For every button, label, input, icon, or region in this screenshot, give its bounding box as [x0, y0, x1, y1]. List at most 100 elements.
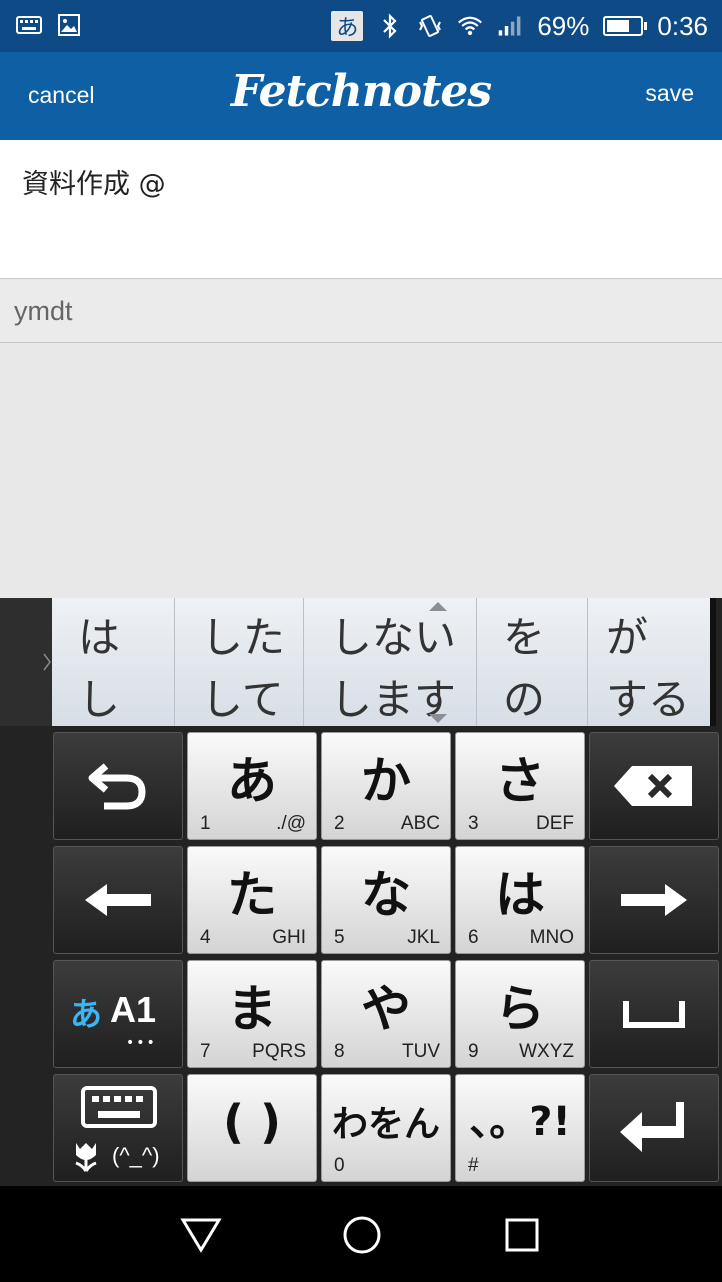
- key-number: 7: [200, 1041, 211, 1062]
- battery-icon: [603, 16, 648, 36]
- status-bar: あ 69% 0:36: [0, 0, 722, 52]
- tulip-icon: [75, 1143, 97, 1172]
- vibrate-icon: [417, 13, 443, 39]
- key-parentheses[interactable]: ( ): [187, 1074, 317, 1182]
- key-alpha: MNO: [529, 927, 574, 948]
- backspace-icon: [614, 766, 692, 806]
- wifi-icon: [457, 13, 483, 39]
- candidate-edge: [710, 598, 716, 726]
- candidate-column[interactable]: は し: [52, 598, 175, 726]
- candidate-word[interactable]: の: [503, 666, 545, 727]
- candidate-column[interactable]: が する: [588, 598, 714, 726]
- candidate-bar: は し した して しない します を の が する: [52, 598, 716, 726]
- key-kana: ら: [495, 980, 545, 1038]
- key-kana: か: [361, 752, 411, 810]
- key-alpha: ./@: [276, 813, 306, 834]
- cursor-right-key[interactable]: [589, 846, 719, 954]
- key-number: 5: [334, 927, 345, 948]
- candidate-column[interactable]: を の: [477, 598, 588, 726]
- key-number: 8: [334, 1041, 345, 1062]
- enter-icon: [620, 1102, 684, 1152]
- app-logo: Fetchnotes: [230, 66, 492, 117]
- key-alpha: GHI: [272, 927, 306, 948]
- key-kana: ( ): [222, 1095, 282, 1149]
- key-a[interactable]: あ 1 ./@: [187, 732, 317, 840]
- key-alpha: TUV: [402, 1041, 440, 1062]
- save-button[interactable]: save: [645, 80, 694, 107]
- enter-key[interactable]: [589, 1074, 719, 1182]
- candidate-column[interactable]: した して: [175, 598, 304, 726]
- keyboard-icon: [81, 1086, 157, 1128]
- key-kana: 、。?!: [469, 1099, 571, 1145]
- key-kana: あ: [227, 752, 277, 810]
- space-icon: [623, 1001, 685, 1028]
- key-alpha: WXYZ: [519, 1041, 574, 1062]
- key-wa[interactable]: わをん 0: [321, 1074, 451, 1182]
- candidate-word[interactable]: が: [606, 604, 648, 665]
- key-kana: わをん: [331, 1104, 440, 1145]
- back-triangle-icon: [180, 1218, 222, 1253]
- signal-icon: [497, 13, 523, 39]
- key-alpha: ABC: [400, 813, 440, 834]
- note-input[interactable]: 資料作成 @: [0, 140, 722, 279]
- key-number: 1: [200, 813, 211, 834]
- key-number: 4: [200, 927, 211, 948]
- mode-kana-label: あ: [70, 995, 103, 1033]
- key-alpha: JKL: [407, 927, 440, 948]
- japanese-keyboard: は し した して しない します を の が する あ 1 ./@ か 2 A…: [0, 598, 722, 1186]
- key-kana: な: [361, 866, 411, 924]
- key-na[interactable]: な 5 JKL: [321, 846, 451, 954]
- key-number: 2: [334, 813, 345, 834]
- navigation-bar: [0, 1186, 722, 1282]
- candidate-word[interactable]: は: [78, 604, 120, 665]
- key-kana: は: [495, 866, 545, 924]
- undo-key[interactable]: [53, 732, 183, 840]
- note-text: 資料作成 @: [22, 169, 166, 200]
- candidate-word[interactable]: を: [503, 604, 545, 665]
- ime-indicator: あ: [331, 11, 364, 41]
- mode-more-dots: •••: [126, 1035, 157, 1051]
- key-sa[interactable]: さ 3 DEF: [455, 732, 585, 840]
- emoticon-label: (^_^): [112, 1143, 160, 1168]
- space-key[interactable]: [589, 960, 719, 1068]
- key-punctuation[interactable]: 、。?! #: [455, 1074, 585, 1182]
- cursor-left-key[interactable]: [53, 846, 183, 954]
- candidate-word[interactable]: した: [201, 604, 285, 665]
- battery-percent: 69%: [537, 10, 590, 41]
- key-ya[interactable]: や 8 TUV: [321, 960, 451, 1068]
- key-kana: さ: [495, 752, 545, 810]
- key-ka[interactable]: か 2 ABC: [321, 732, 451, 840]
- key-alpha: PQRS: [252, 1041, 306, 1062]
- back-button[interactable]: [180, 1214, 222, 1256]
- clock: 0:36: [657, 10, 708, 41]
- key-kana: ま: [227, 980, 277, 1038]
- key-ra[interactable]: ら 9 WXYZ: [455, 960, 585, 1068]
- key-number: 6: [468, 927, 479, 948]
- candidate-expand-handle[interactable]: [0, 598, 52, 726]
- key-ta[interactable]: た 4 GHI: [187, 846, 317, 954]
- key-kana: や: [361, 980, 411, 1038]
- recents-button[interactable]: [501, 1214, 543, 1256]
- candidate-word[interactable]: しない: [330, 604, 456, 665]
- arrow-left-icon: [85, 884, 151, 916]
- bluetooth-icon: [377, 13, 403, 39]
- battery-fill: [607, 20, 630, 32]
- recents-square-icon: [505, 1218, 539, 1252]
- key-ha[interactable]: は 6 MNO: [455, 846, 585, 954]
- keyboard-settings-key[interactable]: (^_^): [53, 1074, 183, 1182]
- input-mode-key[interactable]: あ A1 •••: [53, 960, 183, 1068]
- undo-icon: [88, 763, 146, 810]
- key-alpha: DEF: [536, 813, 574, 834]
- home-circle-icon: [343, 1216, 381, 1254]
- home-button[interactable]: [341, 1214, 383, 1256]
- tag-input[interactable]: ymdt: [0, 280, 722, 343]
- mode-alnum-label: A1: [110, 989, 157, 1030]
- key-ma[interactable]: ま 7 PQRS: [187, 960, 317, 1068]
- tag-text: ymdt: [14, 296, 73, 326]
- candidate-word[interactable]: する: [606, 666, 690, 727]
- candidate-word[interactable]: して: [201, 666, 284, 727]
- key-number: #: [468, 1155, 479, 1176]
- backspace-key[interactable]: [589, 732, 719, 840]
- candidate-column[interactable]: しない します: [304, 598, 477, 726]
- candidate-word[interactable]: し: [78, 666, 120, 727]
